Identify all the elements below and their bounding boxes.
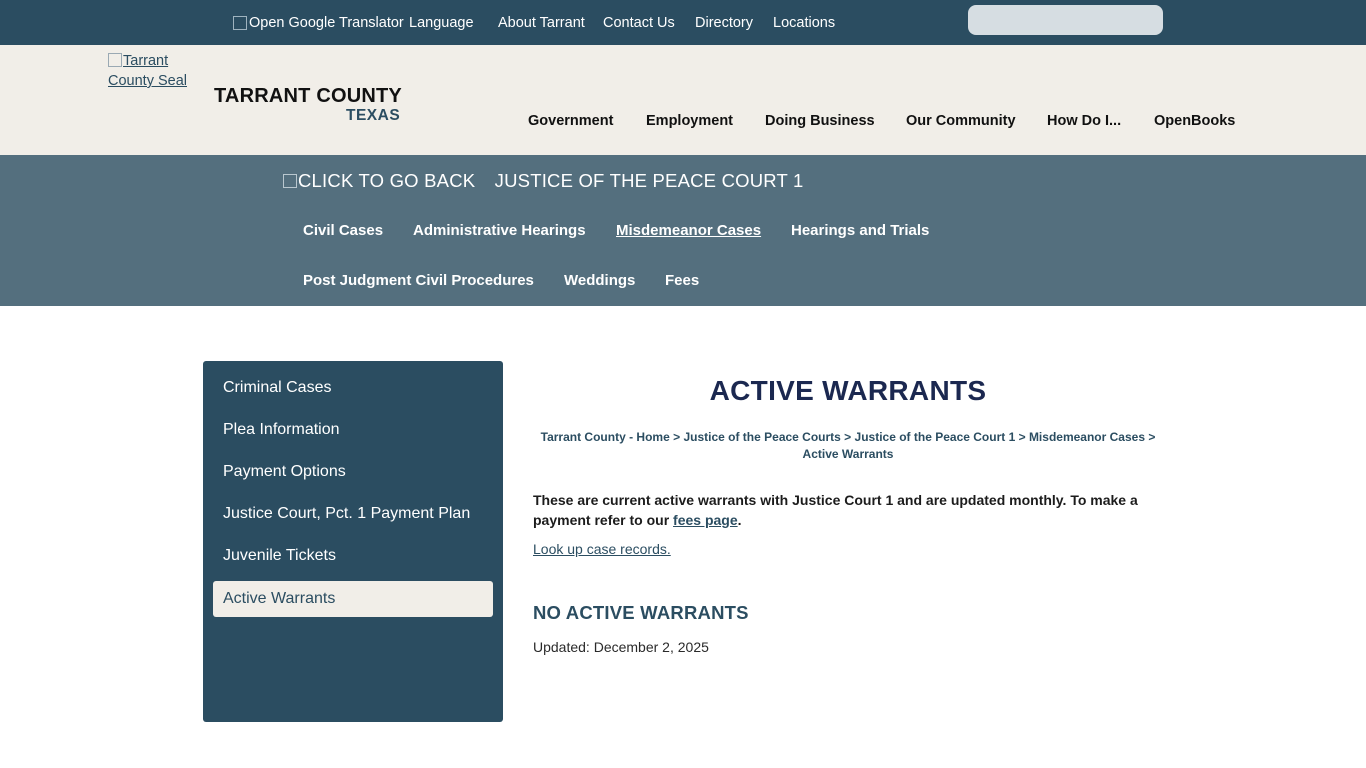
side-item-criminal-cases[interactable]: Criminal Cases bbox=[213, 370, 493, 406]
side-item-payment-options[interactable]: Payment Options bbox=[213, 454, 493, 490]
translator-label: Open Google Translator bbox=[249, 14, 404, 31]
nav-government[interactable]: Government bbox=[528, 113, 613, 129]
dept-nav-post-judgment[interactable]: Post Judgment Civil Procedures bbox=[303, 272, 534, 289]
dept-nav-civil-cases[interactable]: Civil Cases bbox=[303, 222, 383, 239]
breadcrumb-separator: > bbox=[1015, 430, 1029, 444]
utility-link-directory[interactable]: Directory bbox=[695, 0, 753, 45]
department-title-bar: Click to go back JUSTICE OF THE PEACE CO… bbox=[283, 170, 804, 192]
dept-nav-weddings[interactable]: Weddings bbox=[564, 272, 635, 289]
google-translator-button[interactable]: Open Google Translator bbox=[233, 0, 404, 45]
go-back-button[interactable]: Click to go back bbox=[283, 170, 481, 191]
dept-nav-misdemeanor-cases[interactable]: Misdemeanor Cases bbox=[616, 222, 761, 239]
county-seal-logo[interactable]: Tarrant County Seal bbox=[108, 51, 198, 91]
brand-state[interactable]: TEXAS bbox=[346, 107, 400, 125]
breadcrumb-jp-court-1[interactable]: Justice of the Peace Court 1 bbox=[855, 430, 1016, 444]
side-menu: Criminal Cases Plea Information Payment … bbox=[203, 361, 503, 722]
warrants-status-heading: NO ACTIVE WARRANTS bbox=[533, 602, 749, 623]
nav-our-community[interactable]: Our Community bbox=[906, 113, 1016, 129]
breadcrumb-separator: > bbox=[1145, 430, 1156, 444]
breadcrumb: Tarrant County - Home > Justice of the P… bbox=[533, 429, 1163, 463]
breadcrumb-jp-courts[interactable]: Justice of the Peace Courts bbox=[683, 430, 840, 444]
department-title: JUSTICE OF THE PEACE COURT 1 bbox=[494, 170, 804, 191]
intro-paragraph: These are current active warrants with J… bbox=[533, 490, 1158, 530]
site-search-input[interactable] bbox=[968, 5, 1163, 35]
translate-icon bbox=[233, 15, 247, 30]
nav-employment[interactable]: Employment bbox=[646, 113, 733, 129]
nav-how-do-i[interactable]: How Do I... bbox=[1047, 113, 1121, 129]
seal-icon bbox=[108, 53, 122, 67]
side-item-payment-plan[interactable]: Justice Court, Pct. 1 Payment Plan bbox=[213, 496, 493, 532]
breadcrumb-home[interactable]: Tarrant County - Home bbox=[541, 430, 670, 444]
breadcrumb-separator: > bbox=[840, 430, 855, 444]
utility-bar: Open Google Translator Language About Ta… bbox=[0, 0, 1366, 45]
nav-doing-business[interactable]: Doing Business bbox=[765, 113, 875, 129]
side-item-active-warrants[interactable]: Active Warrants bbox=[213, 581, 493, 617]
utility-link-about-tarrant[interactable]: About Tarrant bbox=[498, 0, 585, 45]
department-band: Click to go back JUSTICE OF THE PEACE CO… bbox=[0, 155, 1366, 306]
site-header: Tarrant County Seal TARRANT COUNTY TEXAS… bbox=[0, 45, 1366, 155]
utility-link-language[interactable]: Language bbox=[409, 0, 474, 45]
breadcrumb-current: Active Warrants bbox=[802, 447, 894, 461]
dept-nav-fees[interactable]: Fees bbox=[665, 272, 699, 289]
updated-date: Updated: December 2, 2025 bbox=[533, 639, 709, 655]
side-item-plea-information[interactable]: Plea Information bbox=[213, 412, 493, 448]
seal-alt-line2: County Seal bbox=[108, 73, 187, 89]
go-back-label: Click to go back bbox=[298, 170, 476, 191]
breadcrumb-misdemeanor-cases[interactable]: Misdemeanor Cases bbox=[1029, 430, 1145, 444]
case-records-link[interactable]: Look up case records. bbox=[533, 541, 671, 557]
utility-link-contact-us[interactable]: Contact Us bbox=[603, 0, 675, 45]
dept-nav-administrative-hearings[interactable]: Administrative Hearings bbox=[413, 222, 586, 239]
brand-name[interactable]: TARRANT COUNTY bbox=[214, 85, 402, 108]
breadcrumb-separator: > bbox=[669, 430, 684, 444]
fees-page-link[interactable]: fees page bbox=[673, 512, 738, 528]
seal-alt-line1: Tarrant bbox=[123, 53, 169, 69]
page-title: ACTIVE WARRANTS bbox=[709, 375, 987, 406]
intro-end: . bbox=[737, 512, 742, 528]
back-arrow-icon bbox=[283, 174, 297, 188]
nav-openbooks[interactable]: OpenBooks bbox=[1154, 113, 1235, 129]
dept-nav-hearings-and-trials[interactable]: Hearings and Trials bbox=[791, 222, 929, 239]
utility-link-locations[interactable]: Locations bbox=[773, 0, 835, 45]
intro-text: These are current active warrants with J… bbox=[533, 492, 1138, 528]
side-item-juvenile-tickets[interactable]: Juvenile Tickets bbox=[213, 538, 493, 574]
